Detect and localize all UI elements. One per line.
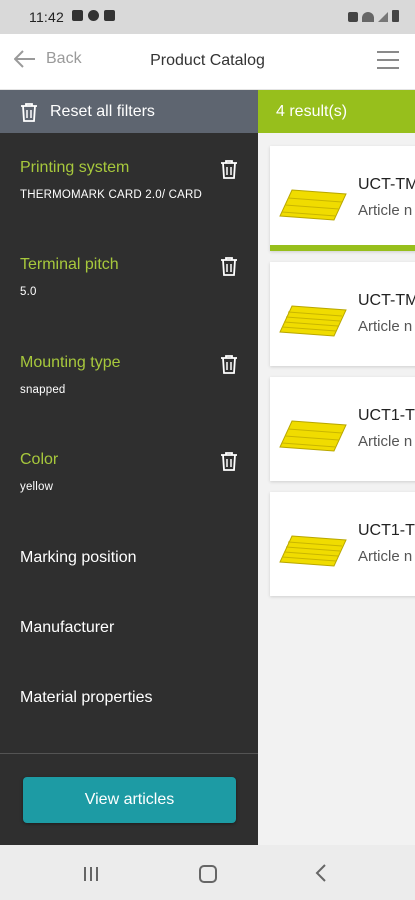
- result-title: UCT1-T: [358, 407, 415, 424]
- trash-icon: [21, 102, 37, 122]
- result-card[interactable]: UCT1-T Article n: [270, 377, 415, 481]
- gallery-icon: [72, 10, 83, 21]
- app-header: Back Product Catalog: [0, 34, 415, 90]
- filter-value: THERMOMARK CARD 2.0/ CARD: [20, 189, 202, 201]
- result-card[interactable]: UCT-TM Article n: [270, 262, 415, 366]
- result-card[interactable]: UCT-TM Article n: [270, 146, 415, 251]
- result-title: UCT1-T: [358, 522, 415, 539]
- status-time: 11:42: [29, 9, 64, 25]
- result-title: UCT-TM: [358, 176, 415, 193]
- result-title: UCT-TM: [358, 292, 415, 309]
- reset-filters-button[interactable]: Reset all filters: [0, 90, 258, 133]
- filter-value: 5.0: [20, 286, 37, 298]
- results-count: 4 result(s): [276, 102, 348, 120]
- app-notification-icon: [104, 10, 115, 21]
- reset-label: Reset all filters: [50, 102, 155, 120]
- filter-name: Mounting type: [20, 354, 121, 371]
- result-subtitle: Article n: [358, 433, 413, 450]
- section-marking-position[interactable]: Marking position: [20, 549, 137, 567]
- filter-name: Printing system: [20, 159, 130, 176]
- filter-name: Terminal pitch: [20, 256, 119, 273]
- notification-icons: [72, 10, 115, 21]
- product-thumbnail: [279, 420, 347, 452]
- signal-icon: [378, 12, 388, 22]
- system-navigation-bar: [0, 845, 415, 900]
- home-icon[interactable]: [199, 865, 217, 883]
- filter-terminal-pitch: Terminal pitch 5.0: [20, 256, 240, 298]
- mute-icon: [348, 12, 358, 22]
- divider: [0, 753, 258, 754]
- recent-apps-icon[interactable]: [84, 867, 98, 881]
- cloud-icon: [88, 10, 99, 21]
- filter-value: snapped: [20, 384, 66, 396]
- filter-printing-system: Printing system THERMOMARK CARD 2.0/ CAR…: [20, 159, 240, 201]
- hamburger-menu-icon[interactable]: [377, 51, 399, 71]
- remove-filter-icon[interactable]: [220, 159, 238, 179]
- result-subtitle: Article n: [358, 318, 413, 335]
- filter-value: yellow: [20, 481, 54, 493]
- section-manufacturer[interactable]: Manufacturer: [20, 619, 114, 637]
- filter-mounting-type: Mounting type snapped: [20, 354, 240, 396]
- result-subtitle: Article n: [358, 202, 413, 219]
- wifi-icon: [362, 12, 374, 22]
- page-title: Product Catalog: [150, 52, 265, 69]
- product-thumbnail: [279, 535, 347, 567]
- section-material-properties[interactable]: Material properties: [20, 689, 153, 707]
- status-bar: 11:42: [0, 0, 415, 34]
- battery-icon: [392, 10, 399, 22]
- remove-filter-icon[interactable]: [220, 451, 238, 471]
- filter-sidebar: Reset all filters Printing system THERMO…: [0, 90, 258, 845]
- view-articles-button[interactable]: View articles: [23, 777, 236, 823]
- results-count-bar: 4 result(s): [258, 90, 415, 133]
- system-icons: [348, 10, 399, 22]
- remove-filter-icon[interactable]: [220, 256, 238, 276]
- filter-name: Color: [20, 451, 59, 468]
- product-thumbnail: [279, 305, 347, 337]
- system-back-icon[interactable]: [315, 864, 327, 882]
- remove-filter-icon[interactable]: [220, 354, 238, 374]
- result-subtitle: Article n: [358, 548, 413, 565]
- filter-color: Color yellow: [20, 451, 240, 493]
- result-card[interactable]: UCT1-T Article n: [270, 492, 415, 596]
- product-thumbnail: [279, 189, 347, 221]
